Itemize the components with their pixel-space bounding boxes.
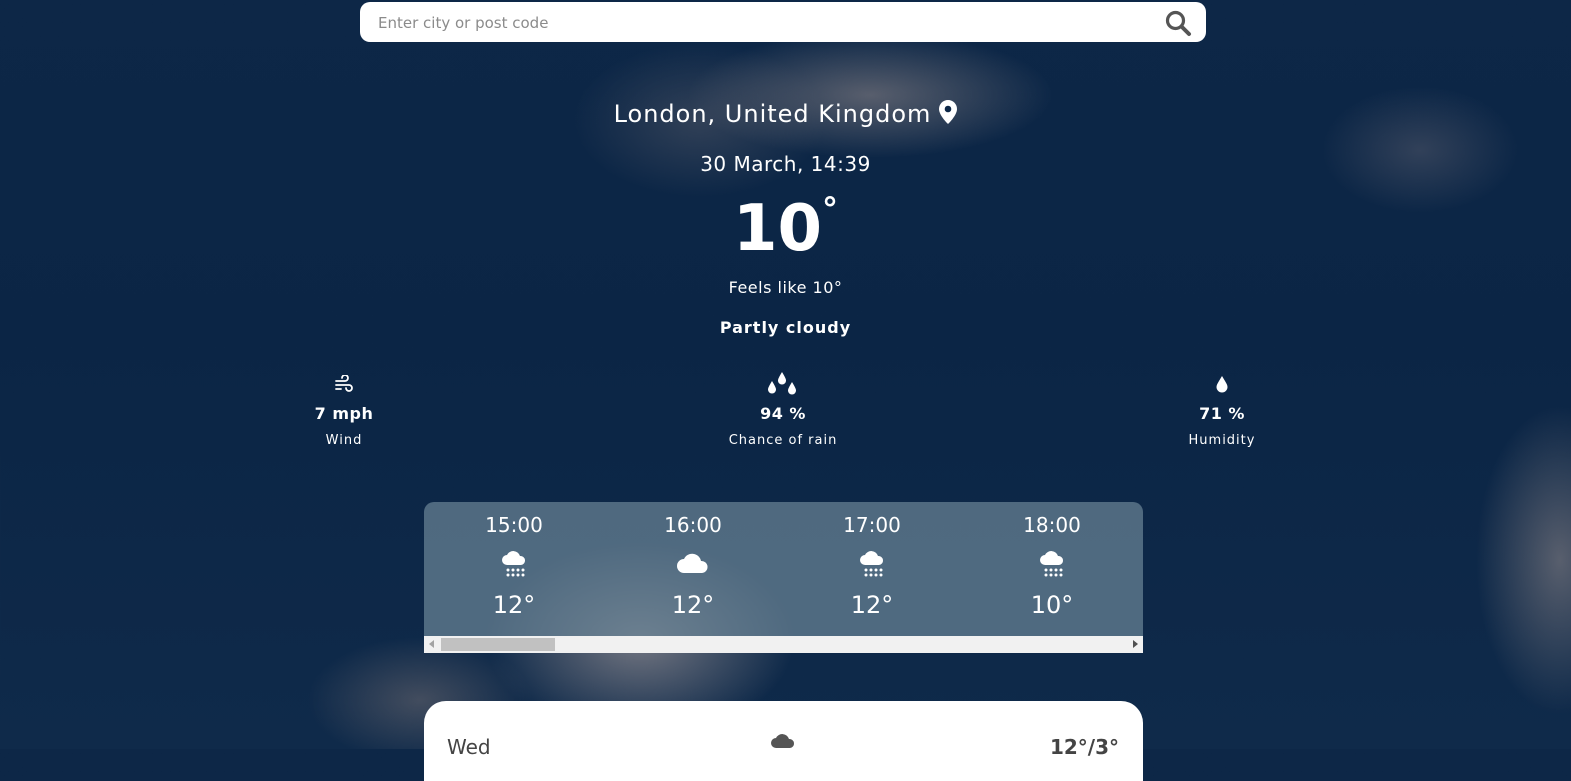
location-pin-icon	[939, 100, 958, 130]
hourly-item: 18:00 10°	[962, 502, 1142, 619]
date-time: 30 March, 14:39	[700, 152, 871, 176]
daily-forecast: Wed 12°/3°	[424, 701, 1143, 781]
rain-cloud-icon	[962, 549, 1142, 579]
search-icon[interactable]	[1164, 9, 1192, 37]
metric-humidity: 71 % Humidity	[1122, 372, 1322, 448]
cloud-icon	[603, 549, 783, 579]
droplet-icon	[1122, 372, 1322, 396]
wind-value: 7 mph	[314, 404, 374, 423]
search-bar	[360, 2, 1206, 42]
scrollbar-thumb[interactable]	[441, 638, 555, 651]
location-heading: London, United Kingdom	[0, 100, 1571, 130]
hourly-forecast[interactable]: 15:00 12° 16:00 12° 17:00 12° 18:00 10°	[424, 502, 1143, 653]
search-input[interactable]	[376, 10, 1140, 36]
hour-time: 17:00	[843, 513, 901, 537]
wind-icon	[244, 372, 444, 396]
hour-time: 18:00	[1023, 513, 1081, 537]
hour-time: 16:00	[664, 513, 722, 537]
daily-day: Wed	[447, 735, 491, 759]
temperature-value: 10	[732, 192, 823, 266]
cloud-icon	[770, 731, 796, 755]
hour-temperature: 12°	[671, 591, 715, 619]
hour-temperature: 10°	[1030, 591, 1074, 619]
weather-condition: Partly cloudy	[719, 318, 852, 337]
hourly-item: 17:00 12°	[782, 502, 962, 619]
rain-cloud-icon	[782, 549, 962, 579]
metric-wind: 7 mph Wind	[244, 372, 444, 448]
raindrops-icon	[683, 372, 883, 396]
rain-cloud-icon	[424, 549, 604, 579]
scroll-right-arrow-icon[interactable]	[1133, 640, 1138, 648]
current-temperature: 10°	[0, 190, 1571, 266]
humidity-label: Humidity	[1188, 433, 1256, 448]
wind-label: Wind	[325, 433, 363, 448]
humidity-value: 71 %	[1199, 404, 1245, 423]
rain-chance-value: 94 %	[760, 404, 806, 423]
scroll-left-arrow-icon[interactable]	[429, 640, 434, 648]
location-name: London, United Kingdom	[613, 100, 932, 128]
metric-chance-of-rain: 94 % Chance of rain	[683, 372, 883, 448]
hourly-scrollbar[interactable]	[424, 636, 1143, 653]
hourly-item: 16:00 12°	[603, 502, 783, 619]
degree-symbol: °	[822, 190, 839, 228]
hourly-item: 15:00 12°	[424, 502, 604, 619]
hour-temperature: 12°	[492, 591, 536, 619]
hour-temperature: 12°	[850, 591, 894, 619]
feels-like: Feels like 10°	[728, 278, 843, 297]
hour-time: 15:00	[485, 513, 543, 537]
daily-temperature-range: 12°/3°	[1049, 735, 1119, 759]
rain-chance-label: Chance of rain	[728, 433, 838, 448]
